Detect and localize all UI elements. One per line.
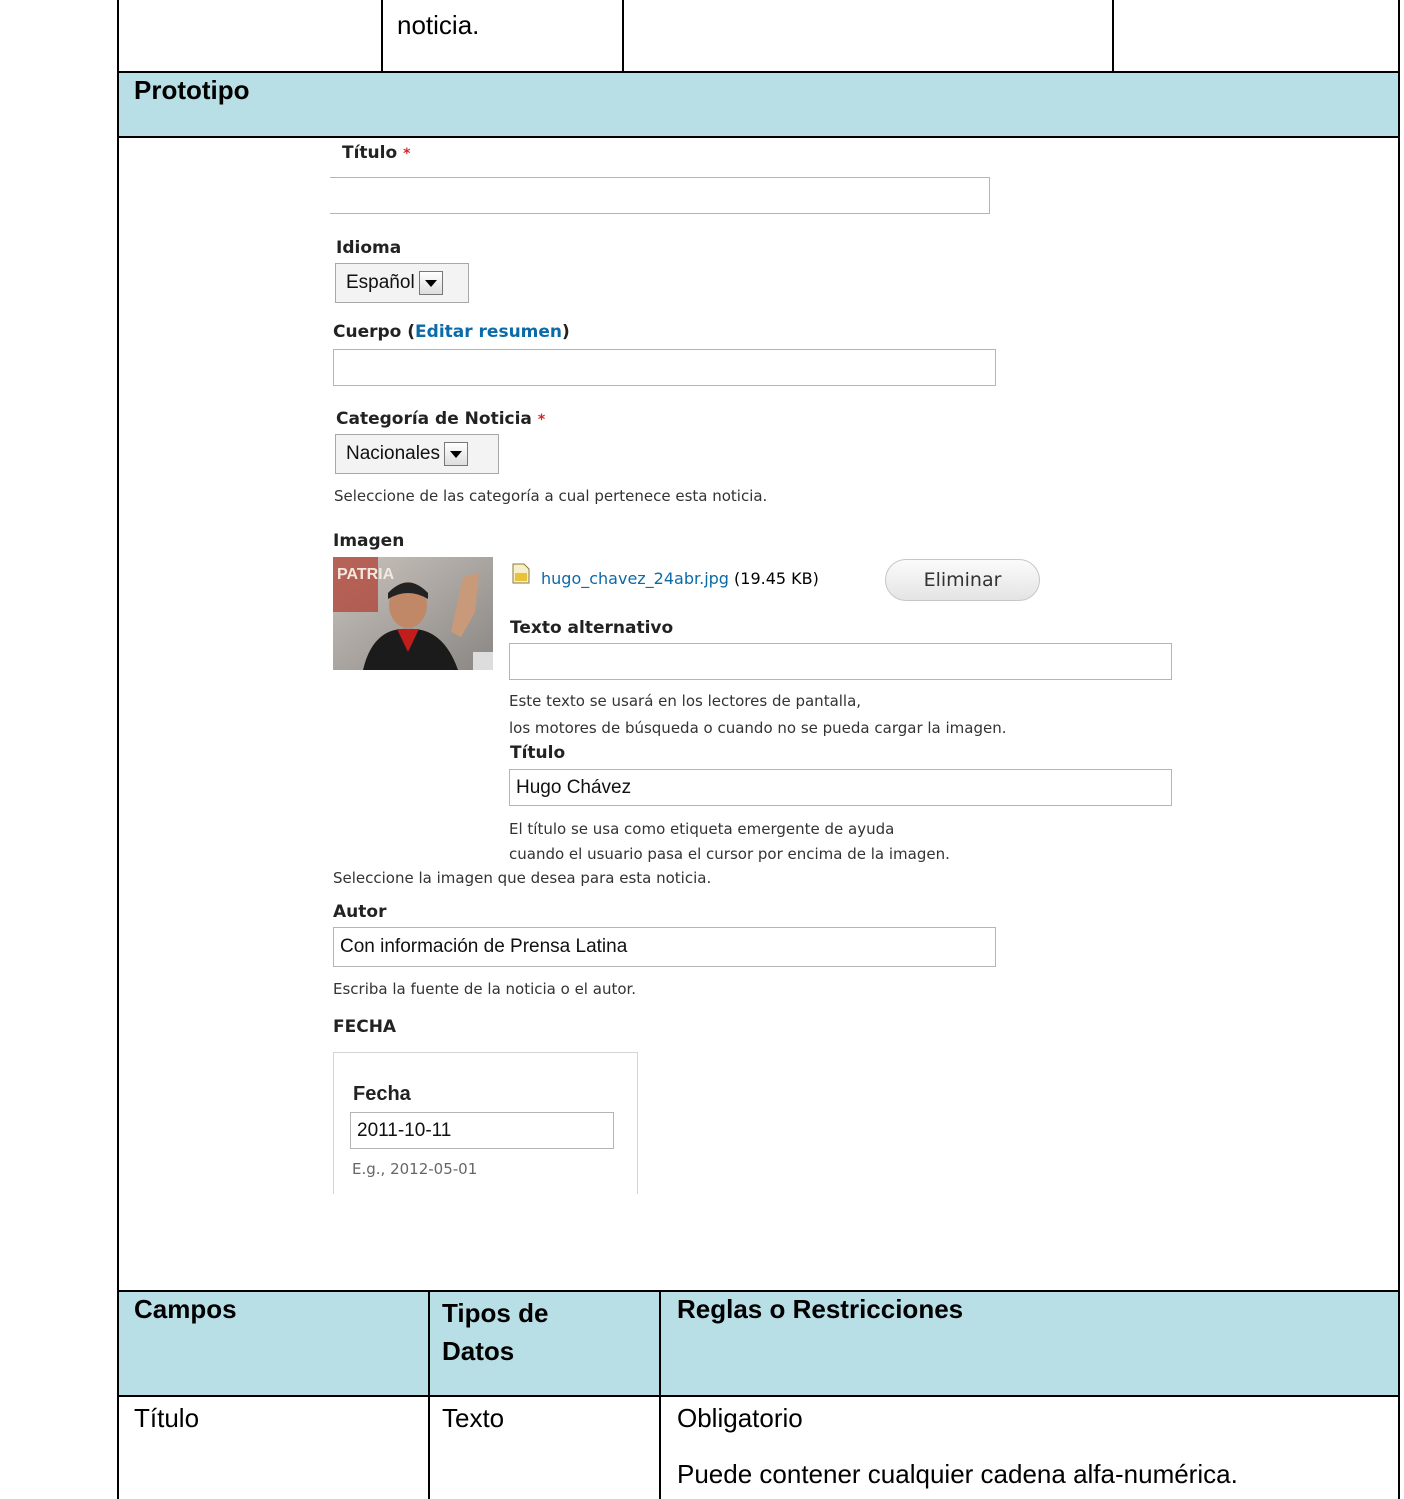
- table-right-border: [1398, 0, 1400, 1499]
- top-row-cell-text: noticia.: [397, 10, 480, 40]
- cuerpo-input[interactable]: [333, 349, 996, 386]
- titulo-input[interactable]: [330, 177, 990, 214]
- alt-text-label: Texto alternativo: [510, 618, 674, 638]
- idioma-label: Idioma: [336, 238, 402, 258]
- eliminar-button[interactable]: Eliminar: [885, 559, 1040, 601]
- dropdown-arrow-icon: [418, 271, 443, 295]
- autor-label: Autor: [333, 902, 387, 922]
- autor-description: Escriba la fuente de la noticia o el aut…: [333, 980, 637, 998]
- row-regla-2: Puede contener cualquier cadena alfa-num…: [677, 1459, 1238, 1489]
- dropdown-arrow-icon: [444, 442, 468, 466]
- prototipo-header: [119, 73, 1398, 137]
- cuerpo-label: Cuerpo (Editar resumen): [333, 322, 570, 342]
- file-size: (19.45 KB): [734, 569, 819, 588]
- alt-text-description-1: Este texto se usará en los lectores de p…: [509, 692, 862, 710]
- image-title-label: Título: [510, 743, 566, 763]
- required-mark: *: [403, 146, 411, 162]
- titulo-label: Título *: [342, 143, 411, 163]
- image-thumbnail: PATRIA: [333, 557, 493, 670]
- fecha-label: Fecha: [353, 1083, 411, 1105]
- fecha-input[interactable]: 2011-10-11: [350, 1112, 614, 1149]
- table-left-border: [117, 0, 119, 1499]
- image-title-description-2: cuando el usuario pasa el cursor por enc…: [509, 845, 950, 863]
- idioma-value: Español: [346, 272, 415, 293]
- header-tipos: Tipos de Datos: [442, 1294, 548, 1370]
- header-tipos-line-1: Tipos de: [442, 1298, 549, 1328]
- file-info: hugo_chavez_24abr.jpg (19.45 KB): [541, 569, 819, 588]
- image-title-input[interactable]: Hugo Chávez: [509, 769, 1172, 806]
- row-regla-1: Obligatorio: [677, 1403, 803, 1433]
- alt-text-input[interactable]: [509, 643, 1172, 680]
- autor-input[interactable]: Con información de Prensa Latina: [333, 927, 996, 967]
- editar-resumen-link[interactable]: Editar resumen: [415, 322, 562, 342]
- top-row-divider-1: [381, 0, 383, 72]
- categoria-description: Seleccione de las categoría a cual perte…: [334, 487, 768, 505]
- required-mark: *: [537, 412, 546, 428]
- row-tipo: Texto: [442, 1403, 505, 1433]
- imagen-label: Imagen: [333, 531, 405, 551]
- top-row-divider-2: [622, 0, 624, 72]
- image-watermark: PATRIA: [337, 566, 395, 583]
- header-tipos-line-2: Datos: [442, 1336, 515, 1366]
- file-icon: [512, 563, 530, 584]
- fecha-group-label: FECHA: [333, 1017, 397, 1037]
- imagen-description: Seleccione la imagen que desea para esta…: [333, 869, 712, 887]
- idioma-select[interactable]: Español: [335, 263, 469, 303]
- categoria-value: Nacionales: [346, 443, 440, 464]
- file-link[interactable]: hugo_chavez_24abr.jpg: [541, 569, 729, 588]
- prototipo-label: Prototipo: [134, 75, 250, 105]
- fecha-example: E.g., 2012-05-01: [352, 1160, 478, 1178]
- header-campos: Campos: [134, 1294, 237, 1324]
- categoria-select[interactable]: Nacionales: [335, 434, 499, 474]
- row-campo: Título: [134, 1403, 200, 1433]
- top-row-divider-3: [1112, 0, 1114, 72]
- header-reglas: Reglas o Restricciones: [677, 1294, 964, 1324]
- categoria-label: Categoría de Noticia *: [336, 409, 546, 429]
- alt-text-description-2: los motores de búsqueda o cuando no se p…: [509, 719, 1007, 737]
- row-separator: [117, 1395, 1400, 1397]
- row-separator: [117, 136, 1400, 138]
- image-title-description-1: El título se usa como etiqueta emergente…: [509, 820, 895, 838]
